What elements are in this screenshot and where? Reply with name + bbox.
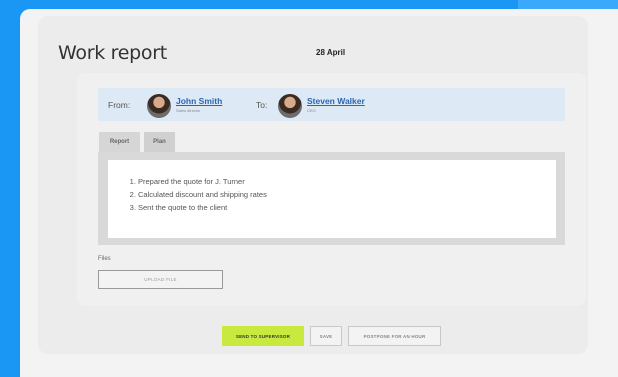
to-label: To:	[256, 100, 268, 110]
postpone-button[interactable]: POSTPONE FOR AN HOUR	[348, 326, 441, 346]
list-item: Calculated discount and shipping rates	[138, 188, 267, 201]
tab-plan[interactable]: Plan	[144, 132, 175, 152]
report-list: Prepared the quote for J. Turner Calcula…	[108, 175, 267, 214]
avatar-to	[278, 94, 302, 118]
from-role: Sales director	[176, 108, 201, 113]
from-label: From:	[108, 100, 131, 110]
list-item: Prepared the quote for J. Turner	[138, 175, 267, 188]
from-name-link[interactable]: John Smith	[176, 96, 222, 106]
report-date: 28 April	[316, 48, 346, 57]
page-title: Work report	[58, 42, 167, 64]
avatar-from	[147, 94, 171, 118]
to-name-link[interactable]: Steven Walker	[307, 96, 365, 106]
list-item: Sent the quote to the client	[138, 201, 267, 214]
save-button[interactable]: SAVE	[310, 326, 342, 346]
files-label: Files	[98, 256, 111, 262]
tab-report[interactable]: Report	[99, 132, 140, 152]
send-to-supervisor-button[interactable]: SEND TO SUPERVISOR	[222, 326, 304, 346]
report-content[interactable]: Prepared the quote for J. Turner Calcula…	[108, 160, 556, 238]
upload-file-button[interactable]: UPLOAD FILE	[98, 270, 223, 289]
to-role: CEO	[307, 108, 316, 113]
